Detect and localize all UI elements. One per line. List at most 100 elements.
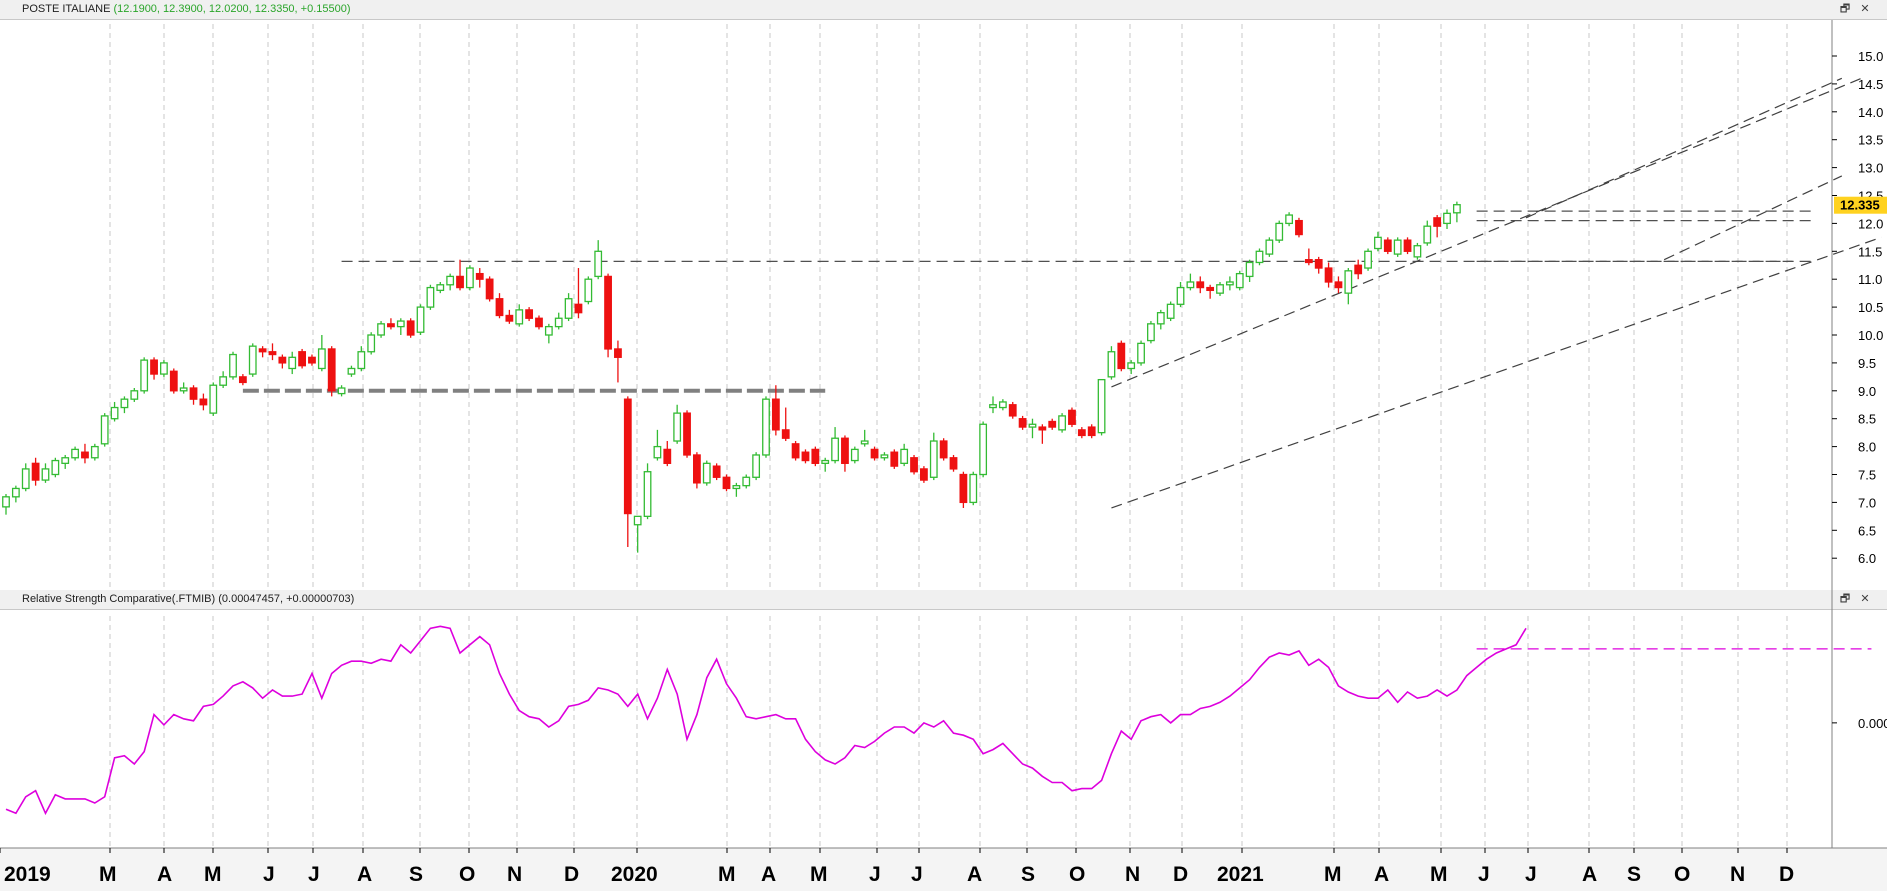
candle <box>683 410 691 458</box>
price-axis-label: 8.0 <box>1858 440 1876 455</box>
candle-body <box>831 437 839 462</box>
candle <box>169 368 178 394</box>
time-axis-label: O <box>459 863 475 886</box>
candle-body <box>199 398 208 406</box>
candle-body <box>564 298 573 319</box>
candle-body <box>1265 239 1274 255</box>
candle-body <box>1137 342 1145 364</box>
time-axis-label: M <box>1324 863 1342 886</box>
candle <box>1255 248 1264 266</box>
candle-body <box>357 351 366 370</box>
candle-body <box>81 451 89 459</box>
candle-body <box>1285 214 1293 225</box>
time-axis-label: S <box>1021 863 1035 886</box>
candle-body <box>1186 281 1195 289</box>
candle <box>377 321 385 338</box>
candle-body <box>1354 264 1363 275</box>
candle <box>426 284 435 310</box>
candle-body <box>485 278 494 300</box>
candle-body <box>1364 250 1372 269</box>
candle <box>890 449 899 469</box>
candle-body <box>1403 239 1412 252</box>
candle-body <box>1166 303 1175 319</box>
candle-body <box>258 348 267 353</box>
candle <box>920 466 928 483</box>
candle-body <box>21 468 30 490</box>
price-axis-label: 11.0 <box>1858 272 1882 287</box>
candle-body <box>515 309 524 325</box>
candle-body <box>811 448 820 464</box>
candle <box>1235 270 1244 291</box>
price-axis-label: 11.5 <box>1858 244 1882 259</box>
candle-body <box>150 359 158 375</box>
candle-body <box>653 445 662 459</box>
time-axis-label: 2021 <box>1217 863 1264 886</box>
candle-body <box>396 320 405 328</box>
candle <box>1364 248 1372 271</box>
time-axis-label: J <box>869 863 881 886</box>
time-axis-label: D <box>1779 863 1794 886</box>
time-axis-label: D <box>1173 863 1188 886</box>
candle-body <box>1048 420 1057 428</box>
candle-body <box>130 390 139 400</box>
candle-body <box>821 459 830 464</box>
price-axis-label: 14.5 <box>1858 77 1883 92</box>
candle-body <box>288 356 297 370</box>
candle-body <box>317 348 326 370</box>
candle <box>1068 407 1076 428</box>
candle-body <box>673 412 682 442</box>
candle-body <box>1028 423 1037 428</box>
candle-body <box>209 384 218 414</box>
candle <box>910 454 918 475</box>
candle-body <box>702 462 711 484</box>
time-axis-label: O <box>1069 863 1085 886</box>
candle-body <box>1374 236 1382 250</box>
candle <box>1107 346 1116 380</box>
candle-body <box>929 440 938 478</box>
time-axis-label: A <box>157 863 172 886</box>
candle-body <box>574 303 583 314</box>
candle-body <box>1235 272 1244 289</box>
candle <box>584 276 593 305</box>
candle-body <box>1196 281 1205 289</box>
time-axis-label: S <box>409 863 423 886</box>
candle <box>604 273 612 358</box>
time-axis-label: A <box>1582 863 1597 886</box>
candle-body <box>732 485 741 490</box>
candle-body <box>633 515 642 526</box>
time-axis-label: M <box>204 863 222 886</box>
stock-chart[interactable]: 2019 M A M J J A S O N D 2020 M A M J J A S O N D 2021 M A M J J A S O… <box>0 0 1887 891</box>
candle-body <box>1097 378 1106 434</box>
candle <box>850 446 859 464</box>
candle-body <box>219 376 228 386</box>
candle <box>702 460 711 486</box>
candle-body <box>189 387 198 400</box>
candle-body <box>140 359 149 392</box>
candle-body <box>949 457 958 470</box>
time-axis-label: N <box>1730 863 1745 886</box>
candle-body <box>1147 323 1155 342</box>
candle-body <box>406 320 415 336</box>
candle <box>1403 237 1412 255</box>
candle <box>229 351 237 380</box>
candle-body <box>1127 362 1136 370</box>
candle-body <box>604 275 612 350</box>
last-price-label: 12.335 <box>1840 198 1880 213</box>
candle <box>1058 413 1066 433</box>
time-axis-label: J <box>911 863 923 886</box>
candle <box>248 343 257 377</box>
indicator-axis-label: 0.000 <box>1858 716 1887 731</box>
candle <box>160 360 168 377</box>
candle-body <box>910 457 918 473</box>
candle-body <box>525 309 534 319</box>
candle-body <box>90 445 99 459</box>
candle-body <box>969 473 978 504</box>
candle-body <box>1423 225 1432 244</box>
candle-body <box>1314 259 1323 269</box>
time-axis-label: M <box>99 863 117 886</box>
candle-body <box>860 440 869 445</box>
candle-body <box>752 454 761 478</box>
candle <box>762 396 770 458</box>
candle <box>752 452 761 481</box>
candle-body <box>900 448 909 464</box>
